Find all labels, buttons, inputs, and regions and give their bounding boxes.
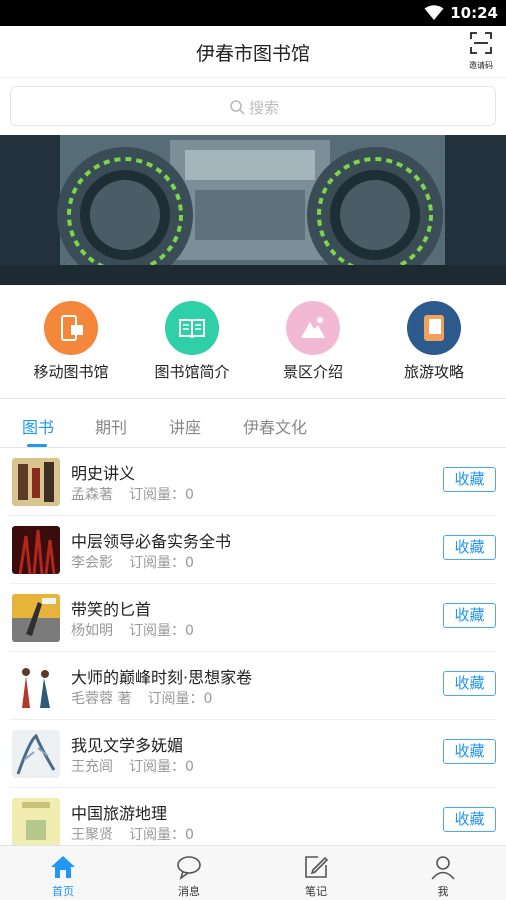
book-meta: 杨如明 订阅量：0 bbox=[71, 620, 194, 640]
list-item[interactable]: 中国旅游地理 王聚贤 订阅量：0 收藏 bbox=[0, 788, 506, 845]
nav-home[interactable]: 首页 bbox=[0, 846, 126, 900]
list-item[interactable]: 大师的巅峰时刻·思想家卷 毛蓉蓉 著订阅量：0 收藏 bbox=[0, 652, 506, 720]
user-icon bbox=[431, 856, 455, 880]
book-subscriptions: 订阅量：0 bbox=[129, 759, 194, 775]
book-author: 毛蓉蓉 著 bbox=[71, 691, 132, 707]
quick-link-label: 旅游攻略 bbox=[403, 363, 464, 381]
book-subscriptions: 订阅量：0 bbox=[129, 827, 194, 843]
book-cover bbox=[12, 730, 60, 778]
scan-icon bbox=[470, 32, 492, 54]
tab-indicator bbox=[27, 444, 47, 447]
book-meta: 李会影 订阅量：0 bbox=[71, 552, 194, 572]
mountain-icon bbox=[286, 301, 340, 355]
quick-link-label: 景区介绍 bbox=[282, 363, 343, 381]
tab-lectures[interactable]: 讲座 bbox=[169, 414, 201, 438]
collect-button[interactable]: 收藏 bbox=[443, 807, 496, 832]
quick-link-travel-guide[interactable]: 旅游攻略 bbox=[376, 301, 492, 391]
book-title: 我见文学多妩媚 bbox=[71, 736, 184, 755]
nav-notes[interactable]: 笔记 bbox=[253, 846, 379, 900]
tab-books[interactable]: 图书 bbox=[22, 414, 54, 438]
mobile-book-icon bbox=[44, 301, 98, 355]
list-item[interactable]: 中层领导必备实务全书 李会影 订阅量：0 收藏 bbox=[0, 516, 506, 584]
list-item[interactable]: 我见文学多妩媚 王充闾 订阅量：0 收藏 bbox=[0, 720, 506, 788]
book-subscriptions: 订阅量：0 bbox=[129, 555, 194, 571]
nav-label: 笔记 bbox=[305, 885, 327, 898]
status-bar: 10:24 bbox=[0, 0, 506, 26]
list-item[interactable]: 明史讲义 孟森著 订阅量：0 收藏 bbox=[0, 448, 506, 516]
status-time: 10:24 bbox=[450, 4, 498, 22]
app-header: 伊春市图书馆 邀请码 bbox=[0, 26, 506, 78]
book-list: 明史讲义 孟森著 订阅量：0 收藏 中层领导必备实务全书 李会影 订阅量：0 收藏 … bbox=[0, 448, 506, 845]
nav-me[interactable]: 我 bbox=[380, 846, 506, 900]
book-meta: 毛蓉蓉 著订阅量：0 bbox=[71, 688, 212, 708]
book-cover bbox=[12, 526, 60, 574]
home-icon bbox=[51, 856, 75, 878]
book-meta: 孟森著 订阅量：0 bbox=[71, 484, 194, 504]
quick-links: 移动图书馆 图书馆简介 景区介绍 旅游攻略 bbox=[0, 285, 506, 399]
quick-link-label: 图书馆简介 bbox=[154, 363, 230, 381]
book-cover bbox=[12, 662, 60, 710]
book-title: 大师的巅峰时刻·思想家卷 bbox=[71, 668, 253, 687]
tab-yichun-culture[interactable]: 伊春文化 bbox=[243, 414, 307, 438]
quick-link-scenic-areas[interactable]: 景区介绍 bbox=[255, 301, 371, 391]
book-subscriptions: 订阅量：0 bbox=[147, 691, 213, 707]
collect-button[interactable]: 收藏 bbox=[443, 535, 496, 560]
book-title: 明史讲义 bbox=[71, 464, 136, 483]
book-author: 孟森著 bbox=[71, 487, 113, 503]
collect-button[interactable]: 收藏 bbox=[443, 671, 496, 696]
banner-illustration bbox=[0, 135, 506, 285]
book-title: 带笑的匕首 bbox=[71, 600, 152, 619]
collect-button[interactable]: 收藏 bbox=[443, 603, 496, 628]
quick-link-mobile-library[interactable]: 移动图书馆 bbox=[13, 301, 129, 391]
search-icon bbox=[230, 100, 245, 115]
open-book-icon bbox=[165, 301, 219, 355]
list-item[interactable]: 带笑的匕首 杨如明 订阅量：0 收藏 bbox=[0, 584, 506, 652]
nav-label: 我 bbox=[437, 885, 449, 898]
book-title: 中国旅游地理 bbox=[71, 804, 168, 823]
book-author: 王充闾 bbox=[71, 759, 113, 775]
search-input[interactable]: 搜索 bbox=[10, 86, 496, 126]
quick-link-label: 移动图书馆 bbox=[33, 363, 109, 381]
search-placeholder: 搜索 bbox=[248, 98, 279, 117]
message-icon bbox=[177, 856, 201, 880]
nav-label: 消息 bbox=[178, 885, 200, 898]
notebook-icon bbox=[407, 301, 461, 355]
tab-journals[interactable]: 期刊 bbox=[95, 414, 127, 438]
nav-messages[interactable]: 消息 bbox=[126, 846, 252, 900]
nav-label: 首页 bbox=[52, 885, 74, 898]
collect-button[interactable]: 收藏 bbox=[443, 467, 496, 492]
book-subscriptions: 订阅量：0 bbox=[129, 623, 194, 639]
quick-link-library-intro[interactable]: 图书馆简介 bbox=[134, 301, 250, 391]
page-title: 伊春市图书馆 bbox=[195, 43, 310, 65]
category-tabs: 图书 期刊 讲座 伊春文化 bbox=[0, 400, 506, 448]
scan-button[interactable]: 邀请码 bbox=[466, 32, 496, 74]
wifi-icon bbox=[424, 5, 444, 20]
book-author: 王聚贤 bbox=[71, 827, 113, 843]
book-author: 李会影 bbox=[71, 555, 113, 571]
book-cover bbox=[12, 798, 60, 845]
book-author: 杨如明 bbox=[71, 623, 113, 639]
book-cover bbox=[12, 594, 60, 642]
book-cover bbox=[12, 458, 60, 506]
book-title: 中层领导必备实务全书 bbox=[71, 532, 232, 551]
scan-label: 邀请码 bbox=[469, 61, 493, 70]
banner-image[interactable] bbox=[0, 135, 506, 285]
note-icon bbox=[305, 856, 329, 878]
bottom-nav: 首页 消息 笔记 我 bbox=[0, 845, 506, 900]
book-subscriptions: 订阅量：0 bbox=[129, 487, 194, 503]
book-meta: 王充闾 订阅量：0 bbox=[71, 756, 194, 776]
book-meta: 王聚贤 订阅量：0 bbox=[71, 824, 194, 844]
collect-button[interactable]: 收藏 bbox=[443, 739, 496, 764]
